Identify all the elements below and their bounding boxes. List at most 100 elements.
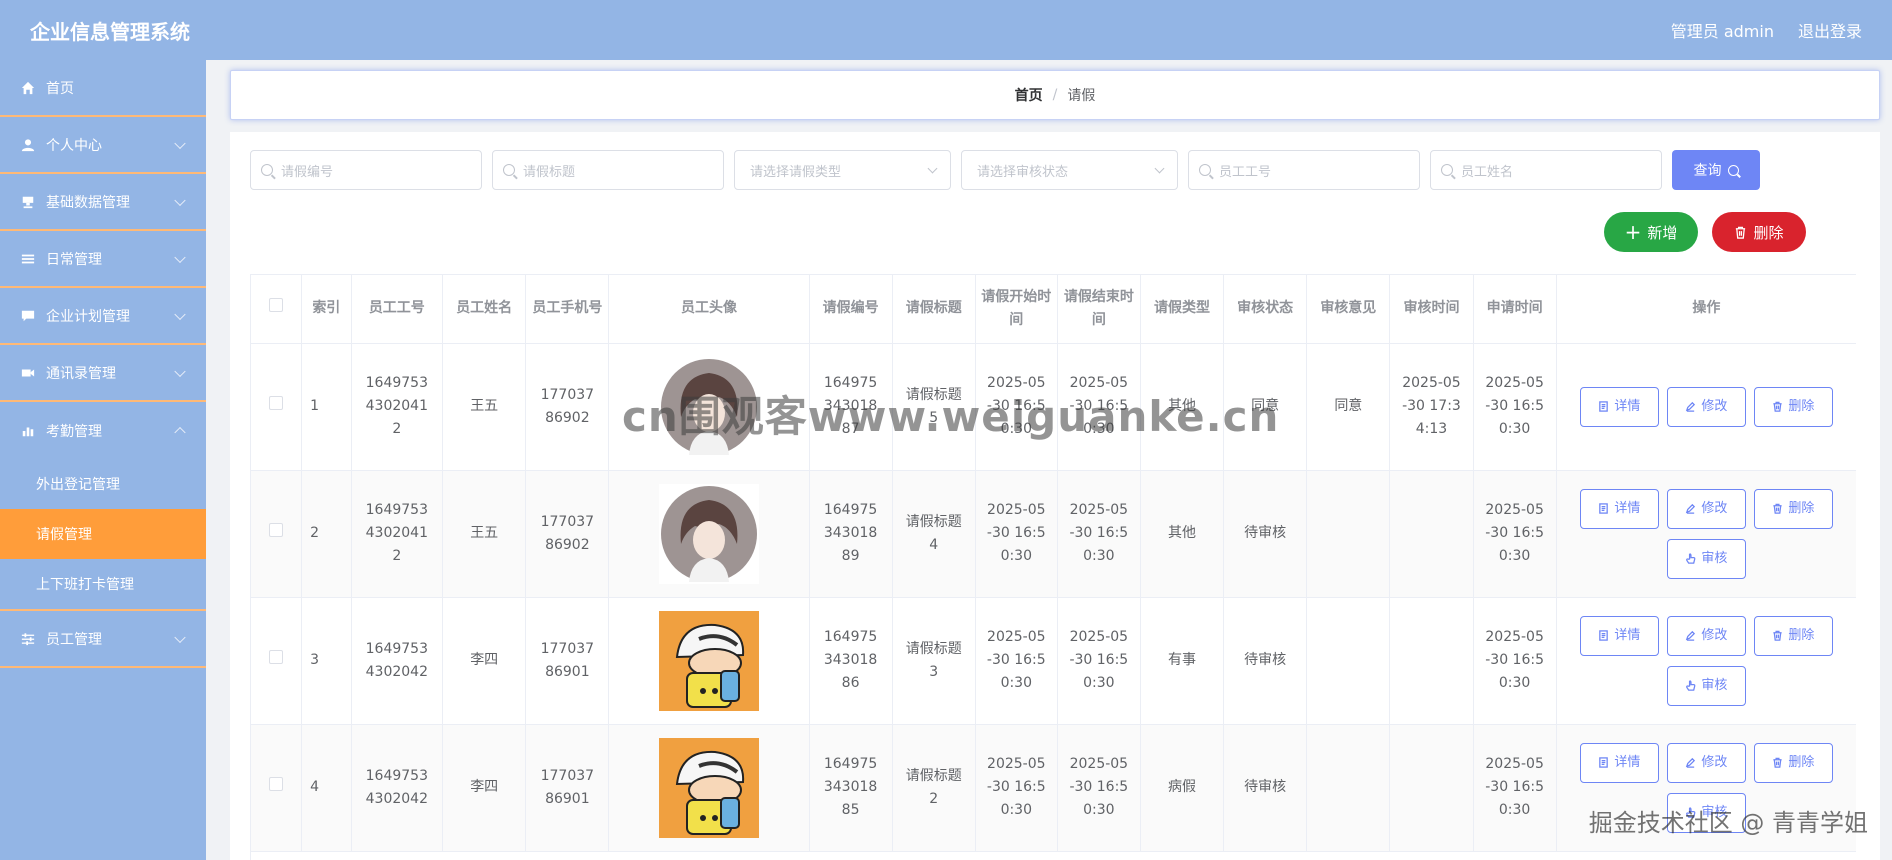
sidebar-item-contacts[interactable]: 通讯录管理 <box>0 345 206 402</box>
cell-phone: 17703786901 <box>525 597 610 725</box>
video-icon <box>20 365 36 381</box>
delete-button[interactable]: 删除 <box>1753 615 1833 656</box>
logout-link[interactable]: 退出登录 <box>1798 18 1862 42</box>
row-checkbox[interactable] <box>269 396 284 410</box>
row-select-cell[interactable] <box>251 343 303 471</box>
stamp-icon <box>20 194 36 210</box>
submenu-item-outing[interactable]: 外出登记管理 <box>0 459 206 509</box>
edit-button[interactable]: 修改 <box>1666 742 1746 783</box>
batch-delete-button[interactable]: 删除 <box>1712 212 1806 252</box>
cell-emp-no: 16497534302042 <box>351 597 444 725</box>
sidebar-item-attendance[interactable]: 考勤管理 <box>0 402 206 459</box>
sliders-icon <box>20 631 36 647</box>
detail-button[interactable]: 详情 <box>1579 488 1659 529</box>
edit-button[interactable]: 修改 <box>1666 488 1746 529</box>
sidebar-item-plan[interactable]: 企业计划管理 <box>0 288 206 345</box>
select-all-checkbox[interactable] <box>269 298 284 313</box>
detail-button[interactable]: 详情 <box>1579 386 1659 427</box>
detail-button[interactable]: 详情 <box>1579 615 1659 656</box>
main-area: 首页 / 请假 请假编号 请假标题 请选择请假类型 请选择审核状态 员工工号 员… <box>206 60 1892 860</box>
submenu-item-leave[interactable]: 请假管理 <box>0 509 206 559</box>
row-select-cell[interactable] <box>251 597 303 725</box>
detail-button[interactable]: 详情 <box>1579 742 1659 783</box>
cell-actions: 详情 修改 删除 <box>1556 343 1856 471</box>
cell-start-time: 2025-05-30 16:50:30 <box>975 724 1058 852</box>
sidebar-item-profile[interactable]: 个人中心 <box>0 117 206 174</box>
cell-audit-opinion <box>1306 597 1391 725</box>
search-bar: 请假编号 请假标题 请选择请假类型 请选择审核状态 员工工号 员工姓名 查询 <box>250 150 1760 190</box>
row-checkbox[interactable] <box>269 777 284 791</box>
cell-emp-no: 164975343020412 <box>351 343 444 471</box>
delete-button[interactable]: 删除 <box>1753 488 1833 529</box>
watermark-corner: 掘金技术社区 @ 青青学姐 <box>1588 809 1868 837</box>
leave-table: 索引 员工工号 员工姓名 员工手机号 员工头像 请假编号 请假标题 请假开始时间… <box>250 274 1856 860</box>
cell-leave-no: 16497534301885 <box>809 724 893 852</box>
trash-icon <box>1772 503 1783 514</box>
chevron-down-icon <box>174 308 186 320</box>
sidebar-item-employee[interactable]: 员工管理 <box>0 611 206 668</box>
cell-index: 2 <box>301 470 352 598</box>
cell-phone: 17703786902 <box>525 470 610 598</box>
cell-actions: 详情 修改 删除 审核 <box>1556 470 1856 598</box>
cell-avatar <box>608 470 810 598</box>
add-button[interactable]: + 新增 <box>1604 212 1698 252</box>
chevron-up-icon <box>174 426 186 438</box>
sidebar-item-basic-data[interactable]: 基础数据管理 <box>0 174 206 231</box>
row-checkbox[interactable] <box>269 650 284 664</box>
cell-name: 王五 <box>442 343 527 471</box>
column-header: 审核状态 <box>1223 275 1308 344</box>
audit-button[interactable]: 审核 <box>1666 538 1746 579</box>
cell-leave-no: 16497534301886 <box>809 597 893 725</box>
leave-title-input[interactable]: 请假标题 <box>492 150 724 190</box>
attendance-submenu: 外出登记管理 请假管理 上下班打卡管理 <box>0 459 206 611</box>
cell-title: 请假标题2 <box>892 724 976 852</box>
column-header: 请假编号 <box>809 275 893 344</box>
sidebar-item-daily[interactable]: 日常管理 <box>0 231 206 288</box>
cell-avatar <box>608 724 810 852</box>
sidebar-item-home[interactable]: 首页 <box>0 60 206 117</box>
trash-icon <box>1772 630 1783 641</box>
cell-name: 李四 <box>442 724 527 852</box>
cell-avatar <box>608 597 810 725</box>
cell-audit-time <box>1389 597 1474 725</box>
cell-actions: 详情 修改 删除 审核 <box>1556 597 1856 725</box>
emp-no-input[interactable]: 员工工号 <box>1188 150 1420 190</box>
emp-name-input[interactable]: 员工姓名 <box>1430 150 1662 190</box>
cell-audit-time <box>1389 724 1474 852</box>
search-icon <box>261 164 273 176</box>
chat-icon <box>20 308 36 324</box>
column-header: 审核时间 <box>1389 275 1474 344</box>
leave-no-input[interactable]: 请假编号 <box>250 150 482 190</box>
edit-button[interactable]: 修改 <box>1666 386 1746 427</box>
chevron-down-icon <box>1154 163 1165 174</box>
cell-title: 请假标题3 <box>892 597 976 725</box>
current-user: 管理员 admin <box>1670 22 1774 41</box>
cell-apply-time: 2025-05-30 16:50:30 <box>1473 470 1557 598</box>
audit-status-select[interactable]: 请选择审核状态 <box>961 150 1178 190</box>
column-header: 请假标题 <box>892 275 976 344</box>
submenu-item-clock[interactable]: 上下班打卡管理 <box>0 559 206 609</box>
row-select-cell[interactable] <box>251 470 303 598</box>
delete-button[interactable]: 删除 <box>1753 386 1833 427</box>
audit-button[interactable]: 审核 <box>1666 665 1746 706</box>
edit-button[interactable]: 修改 <box>1666 615 1746 656</box>
trash-icon <box>1772 757 1783 768</box>
delete-button[interactable]: 删除 <box>1753 742 1833 783</box>
cell-apply-time: 2025-05-30 16:50:30 <box>1473 343 1557 471</box>
cell-end-time: 2025-05-30 16:50:30 <box>1057 597 1141 725</box>
search-icon <box>1441 164 1453 176</box>
leave-type-select[interactable]: 请选择请假类型 <box>734 150 951 190</box>
query-button[interactable]: 查询 <box>1672 150 1760 190</box>
trash-icon <box>1772 401 1783 412</box>
sidebar-item-label: 考勤管理 <box>46 423 102 440</box>
row-actions: 详情 修改 删除 <box>1557 386 1856 427</box>
watermark-center: cn围观客www.weiguanke.cn <box>622 392 1280 441</box>
chevron-down-icon <box>174 631 186 643</box>
chart-icon <box>20 423 36 439</box>
select-all-cell[interactable] <box>251 275 303 344</box>
row-checkbox[interactable] <box>269 523 284 537</box>
cell-index: 1 <box>301 343 352 471</box>
cell-audit-opinion <box>1306 724 1391 852</box>
breadcrumb-home[interactable]: 首页 <box>1015 85 1043 105</box>
row-select-cell[interactable] <box>251 724 303 852</box>
